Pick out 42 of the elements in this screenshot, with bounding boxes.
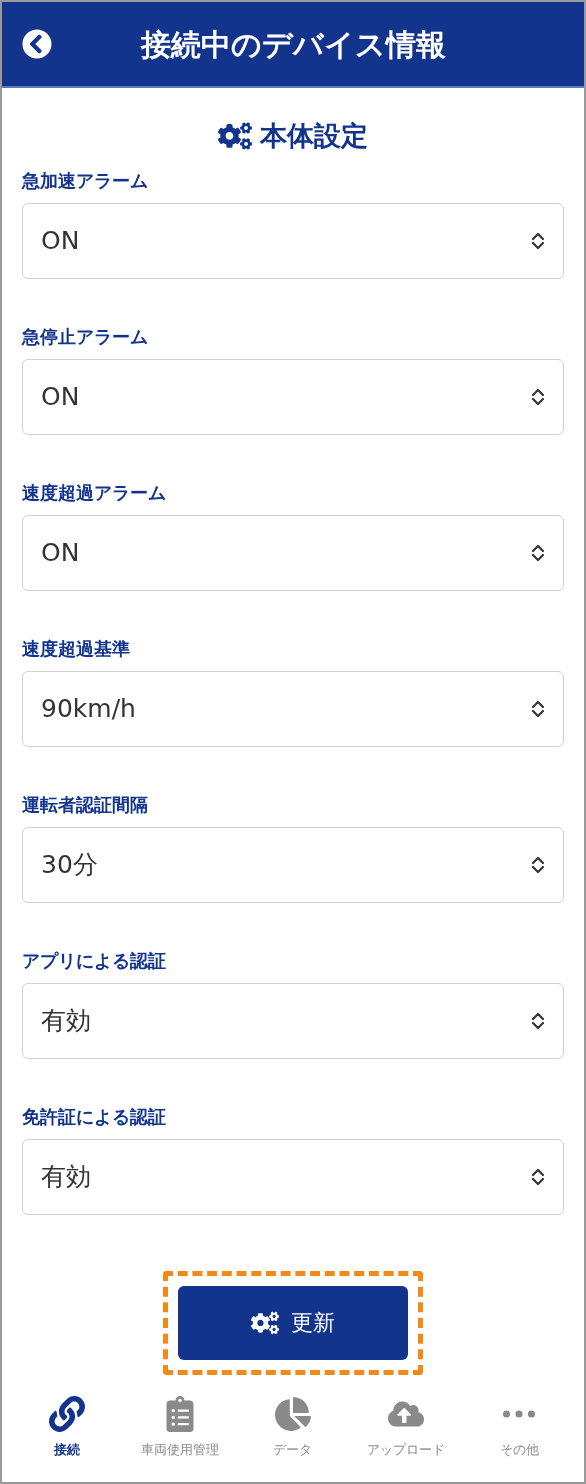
more-icon [503,1410,536,1419]
select-value: 30分 [41,848,98,881]
field-label: 急停止アラーム [22,326,149,347]
field-label: 免許証による認証 [22,1106,167,1127]
select-field[interactable]: 30分 [22,826,564,903]
up-down-icon [531,1166,545,1187]
select-value: ON [41,536,80,569]
select-field[interactable]: 有効 [22,1138,564,1215]
field-label: 運転者認証間隔 [22,794,149,815]
select-field[interactable]: ON [22,514,564,591]
select-value: 90km/h [41,692,136,725]
field-label: アプリによる認証 [22,950,167,971]
up-down-icon [531,386,545,407]
pie-chart-icon [274,1396,311,1433]
select-value: 有効 [41,1160,91,1193]
select-value: 有効 [41,1004,91,1037]
tab-bar-item[interactable]: データ [237,1396,348,1460]
up-down-icon [531,854,545,875]
field-label: 速度超過アラーム [22,482,167,503]
select-field[interactable]: 有効 [22,982,564,1059]
tab-bar-item[interactable]: 接続 [11,1396,122,1460]
gears-icon [218,121,252,152]
up-down-icon [531,230,545,251]
section-title: 本体設定 [260,119,368,153]
field-label: 速度超過基準 [22,638,131,659]
tab-bar-item[interactable]: 車両使用管理 [124,1396,235,1460]
tab-bar-item[interactable]: アップロード [351,1396,462,1460]
select-field[interactable]: ON [22,202,564,279]
link-icon [48,1396,85,1433]
up-down-icon [531,542,545,563]
select-field[interactable]: ON [22,358,564,435]
select-field[interactable]: 90km/h [22,670,564,747]
select-value: ON [41,380,80,413]
up-down-icon [531,698,545,719]
tab-bar-item[interactable]: その他 [464,1396,575,1460]
select-value: ON [41,224,80,257]
field-label: 急加速アラーム [22,170,149,191]
up-down-icon [531,1010,545,1031]
window-title: 接続中のデバイス情報 [139,25,447,64]
back-icon[interactable] [22,29,52,59]
update-button[interactable]: 更新 [178,1285,408,1360]
gears-icon [251,1310,279,1335]
